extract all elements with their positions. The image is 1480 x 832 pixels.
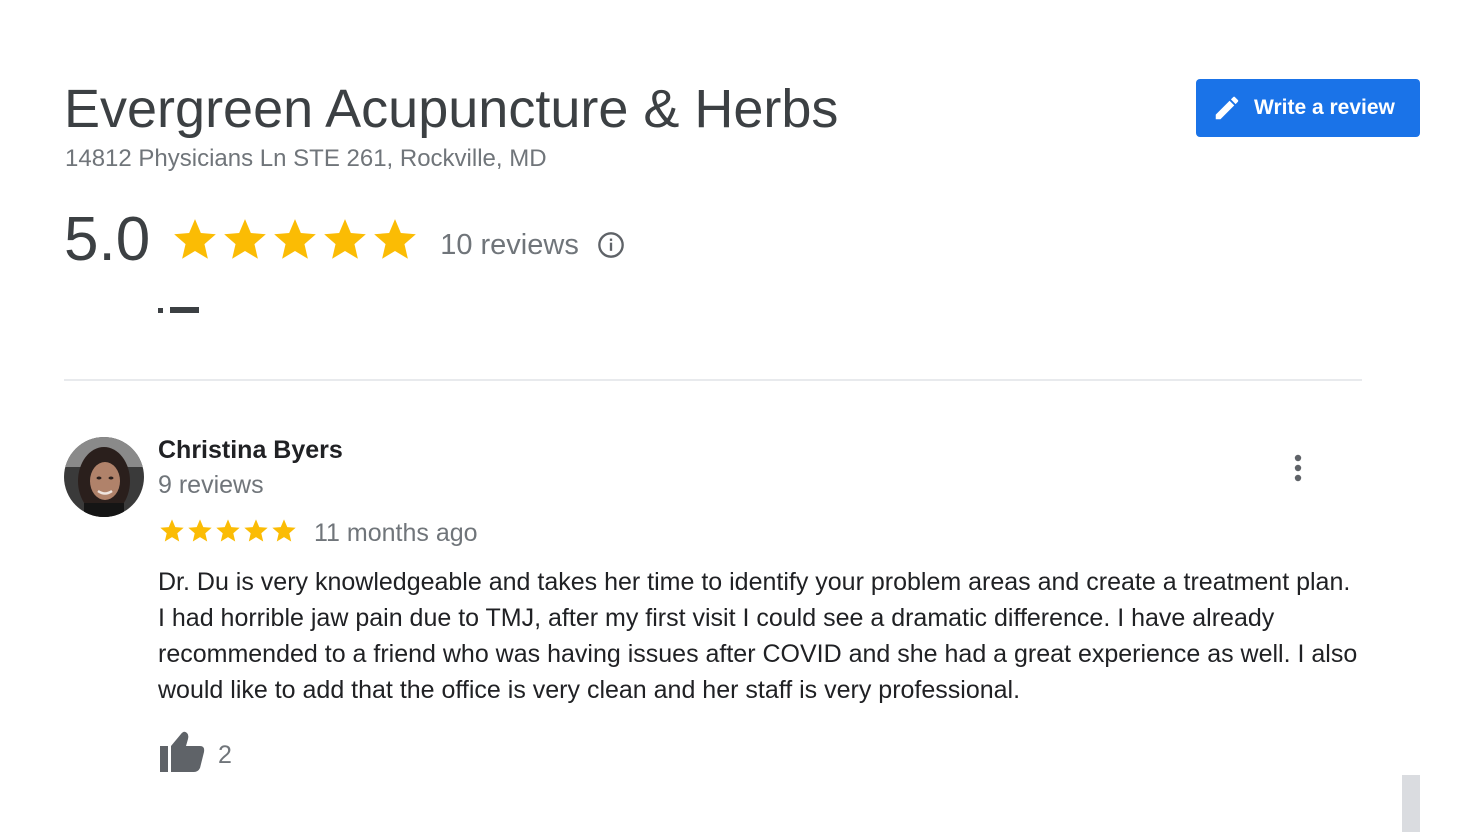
review-stars <box>158 517 298 545</box>
pencil-icon <box>1215 96 1239 120</box>
avatar[interactable] <box>64 437 144 517</box>
info-icon[interactable] <box>597 231 625 259</box>
star-icon <box>274 219 317 259</box>
sort-icon[interactable] <box>158 300 200 318</box>
star-icon <box>216 519 240 542</box>
rating-stars <box>170 215 420 265</box>
star-icon <box>244 519 268 542</box>
rating-value: 5.0 <box>64 205 151 274</box>
reviewer-name[interactable]: Christina Byers <box>158 436 343 465</box>
star-icon <box>272 519 296 542</box>
star-icon <box>174 219 217 259</box>
review-time: 11 months ago <box>314 519 478 547</box>
divider <box>64 379 1362 381</box>
write-review-label: Write a review <box>1254 96 1395 119</box>
star-icon <box>324 219 367 259</box>
write-review-button[interactable]: Write a review <box>1196 79 1420 137</box>
star-icon <box>188 519 212 542</box>
rating-summary: 5.0 10 reviews <box>64 200 625 280</box>
review-text: Dr. Du is very knowledgeable and takes h… <box>158 568 1358 704</box>
star-icon <box>160 519 184 542</box>
total-review-count[interactable]: 10 reviews <box>440 229 579 262</box>
thumb-up-icon[interactable] <box>158 730 206 774</box>
business-title: Evergreen Acupuncture & Herbs <box>64 79 839 139</box>
scrollbar-thumb[interactable] <box>1402 775 1420 832</box>
star-icon <box>224 219 267 259</box>
like-count: 2 <box>218 741 232 769</box>
reviewer-review-count: 9 reviews <box>158 471 264 499</box>
more-vert-icon[interactable] <box>1282 448 1314 488</box>
star-icon <box>374 219 417 259</box>
business-address: 14812 Physicians Ln STE 261, Rockville, … <box>65 145 547 172</box>
